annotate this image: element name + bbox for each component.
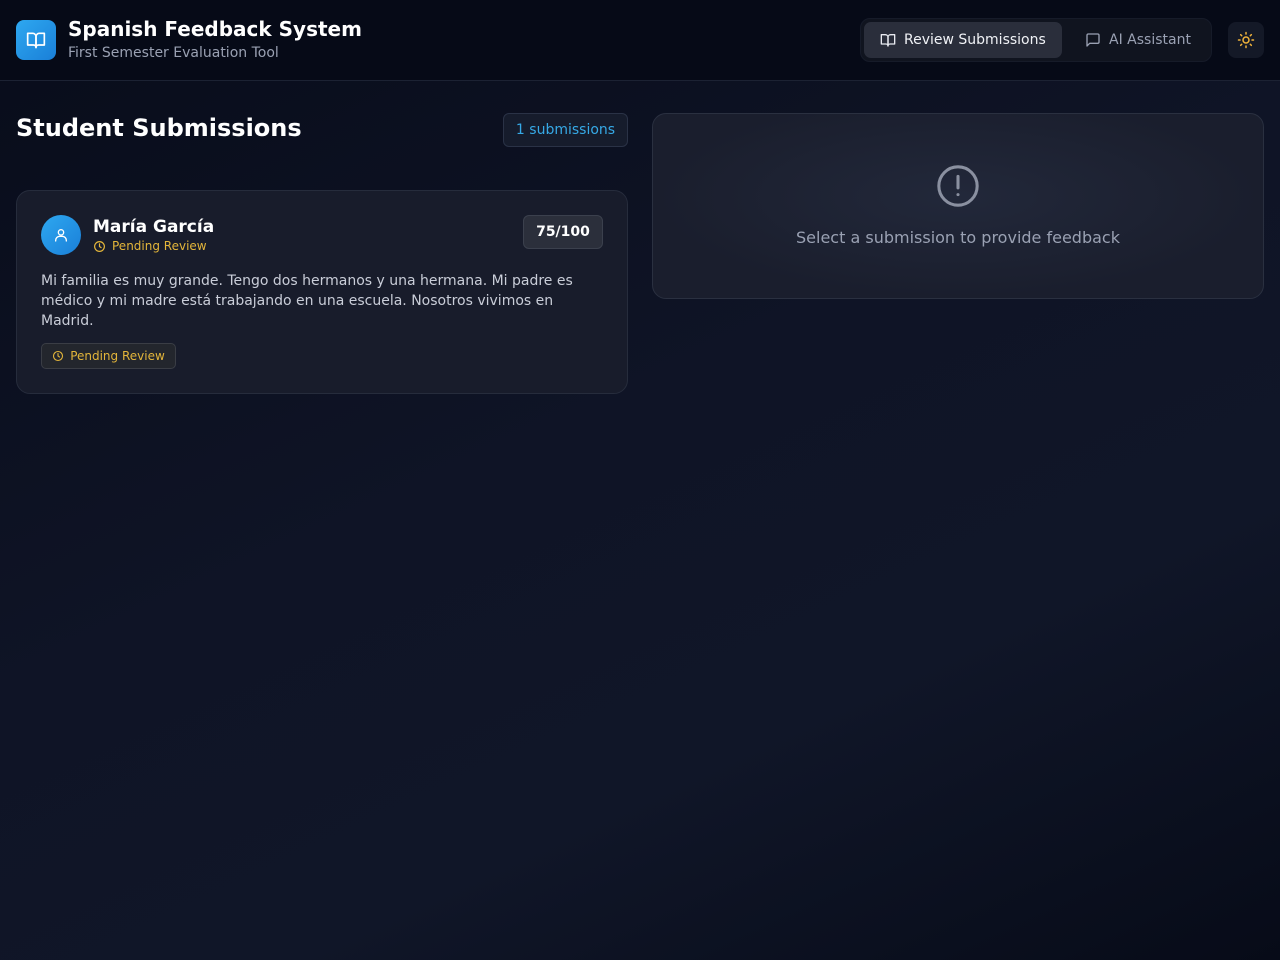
clock-icon <box>52 350 64 362</box>
app-header: Spanish Feedback System First Semester E… <box>0 0 1280 81</box>
submission-count-badge: 1 submissions <box>503 113 628 147</box>
status-text: Pending Review <box>112 239 207 253</box>
status-badge: Pending Review <box>41 343 176 369</box>
theme-toggle-button[interactable] <box>1228 22 1264 58</box>
submission-card[interactable]: María García Pending Review 75/100 Mi fa… <box>16 190 628 394</box>
tab-label: AI Assistant <box>1109 32 1191 48</box>
status-badge-label: Pending Review <box>70 349 165 363</box>
message-square-icon <box>1085 32 1101 48</box>
status-line: Pending Review <box>93 239 207 253</box>
book-open-icon <box>16 20 56 60</box>
tab-ai-assistant[interactable]: AI Assistant <box>1071 22 1209 58</box>
user-icon <box>53 227 69 243</box>
sun-icon <box>1237 31 1255 49</box>
main-nav: Review Submissions AI Assistant <box>860 18 1212 62</box>
avatar <box>41 215 81 255</box>
feedback-panel: Select a submission to provide feedback <box>652 113 1264 299</box>
page-title: Student Submissions <box>16 114 302 142</box>
app-title: Spanish Feedback System <box>68 17 362 41</box>
app-subtitle: First Semester Evaluation Tool <box>68 45 279 61</box>
empty-state-message: Select a submission to provide feedback <box>796 228 1120 247</box>
student-name: María García <box>93 217 215 237</box>
submission-text: Mi familia es muy grande. Tengo dos herm… <box>41 273 573 329</box>
book-open-icon <box>880 32 896 48</box>
alert-circle-icon <box>935 163 981 209</box>
score-badge: 75/100 <box>523 215 603 249</box>
clock-icon <box>93 240 106 253</box>
tab-label: Review Submissions <box>904 32 1046 48</box>
tab-review-submissions[interactable]: Review Submissions <box>864 22 1062 58</box>
